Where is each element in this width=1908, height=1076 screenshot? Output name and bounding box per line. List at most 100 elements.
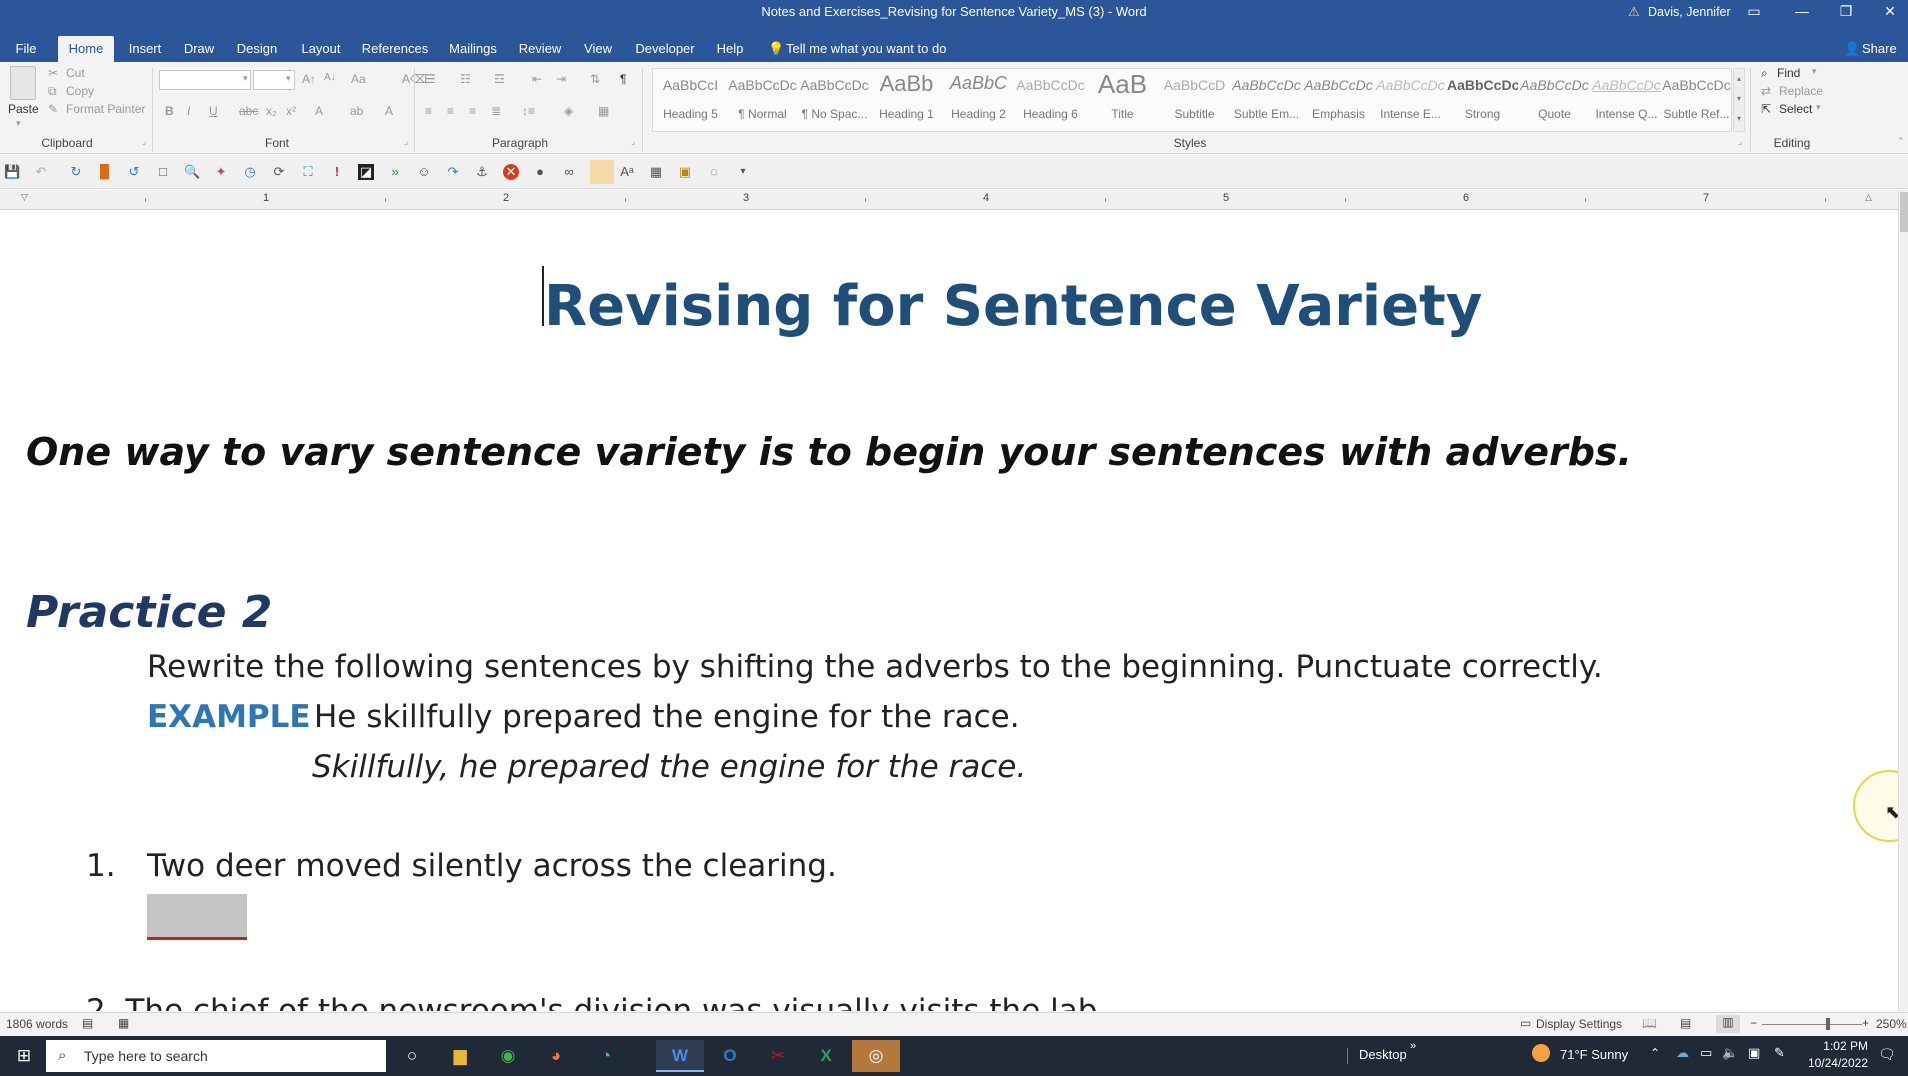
tell-me-search[interactable]: Tell me what you want to do [786,36,966,62]
pen-icon[interactable]: ✎ [1774,1045,1785,1061]
chrome-icon[interactable]: ◉ [484,1040,532,1072]
redo-icon[interactable]: ↻ [68,164,84,180]
item-1-text[interactable]: Two deer moved silently across the clear… [147,848,837,884]
example-answer[interactable]: Skillfully, he prepared the engine for t… [312,749,1026,785]
style-strong[interactable]: AaBbCcDc Strong [1447,69,1518,131]
font-name-combo[interactable] [159,70,251,90]
firefox-icon[interactable]: ◕ [532,1040,580,1072]
increase-indent-icon[interactable]: ⇥ [556,72,566,86]
display-settings-button[interactable]: Display Settings [1536,1017,1622,1031]
excel-icon[interactable]: X [802,1040,850,1072]
style-intense-quote[interactable]: AaBbCcDc Intense Q... [1591,69,1662,131]
numbering-icon[interactable]: ☷ [460,72,471,86]
tab-view[interactable]: View [576,36,620,62]
borders-icon[interactable]: ▦ [598,104,609,118]
link-circles-icon[interactable]: ∞ [561,164,577,180]
onedrive-icon[interactable]: ☁ [1676,1045,1689,1061]
web-layout-icon[interactable]: ▥ [1716,1015,1740,1033]
zoom-level[interactable]: 250% [1876,1017,1907,1031]
person-icon[interactable]: ● [532,164,548,180]
display-settings-icon[interactable]: ▭ [1520,1016,1531,1030]
lead-sentence[interactable]: One way to vary sentence variety is to b… [26,430,1632,474]
close-icon[interactable]: ✕ [1872,0,1908,24]
cut-button[interactable]: Cut [66,66,85,80]
decrease-indent-icon[interactable]: ⇤ [532,72,542,86]
shading-icon[interactable]: ◈ [564,104,573,118]
anchor-icon[interactable]: ⚓ [474,164,490,180]
grow-font-icon[interactable]: A↑ [302,72,316,86]
item-2-partial[interactable]: 2. The chief of the newsroom's division … [86,993,1097,1011]
select-button[interactable]: Select [1779,102,1812,116]
document-page[interactable]: Revising for Sentence Variety One way to… [0,211,1898,1011]
bold-icon[interactable]: B [165,104,174,118]
word-taskbar-icon[interactable]: W [656,1040,704,1072]
document-icon[interactable]: ▉ [97,164,113,180]
restore-icon[interactable]: ❐ [1828,0,1864,24]
user-card-icon[interactable]: ▣ [677,164,693,180]
style-subtle-emphasis[interactable]: AaBbCcDc Subtle Em... [1231,69,1302,131]
undo-icon[interactable]: ↶ [33,164,49,180]
undo-arrow-icon[interactable]: ↺ [126,164,142,180]
table-icon[interactable]: ▦ [648,164,664,180]
taskbar-search-box[interactable]: ⌕ Type here to search [46,1040,386,1072]
accessibility-icon[interactable]: ▦ [118,1016,129,1030]
customize-toolbar-icon[interactable]: ▾ [735,164,751,180]
vertical-scrollbar[interactable] [1898,190,1908,1012]
strikethrough-icon[interactable]: abc [239,104,258,118]
paragraph-launcher-icon[interactable]: ⌟ [631,136,635,147]
multilevel-list-icon[interactable]: ☲ [494,72,505,86]
paste-clipboard-icon[interactable] [10,66,36,100]
show-formatting-marks-icon[interactable]: ¶ [620,72,626,86]
line-spacing-icon[interactable]: ↕≡ [522,104,535,118]
tab-review[interactable]: Review [514,36,566,62]
user-name[interactable]: Davis, Jennifer [1648,0,1731,24]
find-dropdown-icon[interactable]: ▾ [1812,66,1817,77]
ribbon-display-options-icon[interactable]: ▭ [1736,0,1772,24]
font-launcher-icon[interactable]: ⌟ [404,136,408,147]
style-emphasis[interactable]: AaBbCcDc Emphasis [1303,69,1374,131]
windows-start-icon[interactable]: ⊞ [0,1040,48,1072]
desktop-toolbar[interactable]: Desktop [1359,1047,1407,1062]
style-subtitle[interactable]: AaBbCcD Subtitle [1159,69,1230,131]
meet-now-icon[interactable]: ▣ [1748,1045,1760,1061]
align-center-icon[interactable]: ≡ [447,104,454,118]
blank-page-icon[interactable]: □ [155,164,171,180]
scroll-thumb[interactable] [1900,192,1908,232]
tab-insert[interactable]: Insert [122,36,168,62]
stop-icon[interactable]: ✕ [503,164,519,180]
save-icon[interactable]: 💾 [4,164,20,180]
indent-marker-icon[interactable]: ▽ [21,192,28,203]
tab-file[interactable]: File [6,36,46,62]
file-explorer-icon[interactable]: ▆ [436,1040,484,1072]
format-painter-button[interactable]: Format Painter [66,102,145,116]
zoom-slider[interactable] [1762,1024,1862,1025]
paste-button[interactable]: Paste [8,102,39,116]
style-quote[interactable]: AaBbCcDc Quote [1519,69,1590,131]
clipboard-launcher-icon[interactable]: ⌟ [142,136,146,147]
font-name-dropdown-icon[interactable]: ▾ [243,73,248,84]
collapse-ribbon-icon[interactable]: ⌃ [1897,136,1905,147]
select-objects-icon[interactable]: ⛶ [300,164,316,180]
read-mode-icon[interactable]: 📖 [1642,1016,1657,1030]
cortana-icon[interactable]: ○ [388,1040,436,1072]
shrink-font-icon[interactable]: A↓ [324,72,336,83]
italic-icon[interactable]: I [187,104,190,118]
volume-icon[interactable]: 🔈 [1722,1045,1738,1061]
superscript-icon[interactable]: x² [286,104,296,118]
text-style-icon[interactable]: Aᵃ [619,164,635,180]
styles-gallery-scroll[interactable]: ▴ ▾ ▾ [1733,68,1745,132]
word-count[interactable]: 1806 words [6,1017,68,1031]
replace-button[interactable]: Replace [1779,84,1823,98]
answer-field[interactable] [147,894,247,940]
styles-launcher-icon[interactable]: ⌟ [1738,136,1742,147]
underline-icon[interactable]: U [209,104,218,118]
zoom-slider-thumb[interactable] [1826,1018,1830,1030]
style-heading-6[interactable]: AaBbCcDc Heading 6 [1015,69,1086,131]
shape-icon[interactable]: ◌ [706,164,722,180]
toolbar-expand-icon[interactable]: » [1410,1040,1416,1052]
snip-tool-icon[interactable]: ✂ [754,1040,802,1072]
example-label[interactable]: EXAMPLE [147,699,311,735]
zoom-out-icon[interactable]: − [1750,1016,1757,1030]
style-subtle-reference[interactable]: AaBbCcDc Subtle Ref... [1661,69,1731,131]
text-effects-icon[interactable]: A [315,104,323,118]
